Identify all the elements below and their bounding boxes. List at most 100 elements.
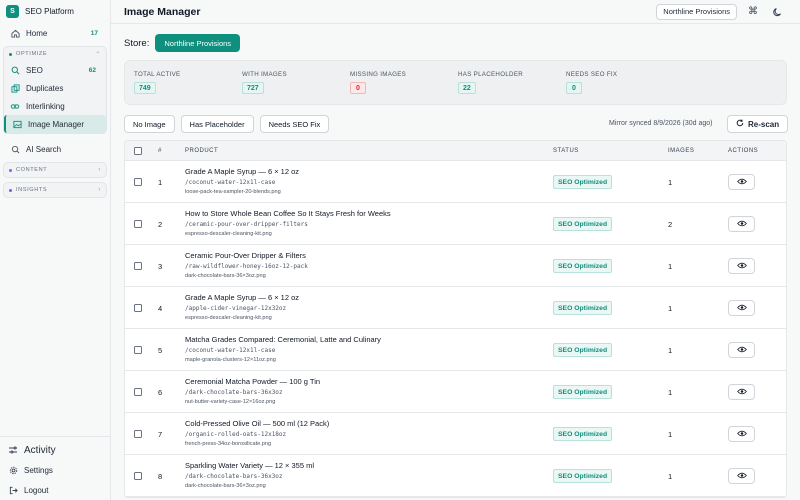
eye-icon bbox=[736, 346, 747, 355]
filter-no-image-button[interactable]: No Image bbox=[124, 115, 175, 133]
sidebar-item-image-manager[interactable]: Image Manager bbox=[4, 115, 106, 133]
row-checkbox[interactable] bbox=[134, 388, 142, 396]
link-icon bbox=[10, 101, 20, 111]
refresh-icon bbox=[736, 119, 744, 129]
table-row[interactable]: 3 Ceramic Pour-Over Dripper & Filters/raw… bbox=[125, 245, 786, 287]
product-cell[interactable]: Matcha Grades Compared: Ceremonial, Latt… bbox=[185, 335, 381, 363]
sidebar-item-label: Interlinking bbox=[26, 101, 65, 111]
col-status[interactable]: STATUS bbox=[553, 148, 579, 154]
table-row[interactable]: 1 Grade A Maple Syrup — 6 × 12 oz/coconut… bbox=[125, 161, 786, 203]
sidebar-item-interlinking[interactable]: Interlinking bbox=[4, 97, 106, 115]
product-cell[interactable]: Sparkling Water Variety — 12 × 355 ml/da… bbox=[185, 461, 314, 489]
product-image-file: espresso-descaler-cleaning-kit.png bbox=[185, 231, 272, 237]
row-checkbox[interactable] bbox=[134, 178, 142, 186]
row-checkbox[interactable] bbox=[134, 472, 142, 480]
sidebar-item-ai-search[interactable]: AI Search bbox=[2, 140, 110, 158]
sidebar-item-logout[interactable]: Logout bbox=[0, 480, 111, 500]
product-cell[interactable]: How to Store Whole Bean Coffee So It Sta… bbox=[185, 209, 391, 237]
optimize-group: OPTIMIZE ⌃ SEO 62 Duplicates Interlinkin… bbox=[3, 46, 107, 134]
optimize-group-header[interactable]: OPTIMIZE ⌃ bbox=[4, 47, 106, 61]
activity-icon bbox=[8, 445, 18, 455]
store-row: Store: Northline Provisions bbox=[124, 34, 241, 52]
table-row[interactable]: 8 Sparkling Water Variety — 12 × 355 ml/d… bbox=[125, 455, 786, 497]
view-button[interactable] bbox=[728, 174, 755, 190]
table-row[interactable]: 7 Cold-Pressed Olive Oil — 500 ml (12 Pac… bbox=[125, 413, 786, 455]
product-handle: /raw-wildflower-honey-16oz-12-pack bbox=[185, 263, 308, 270]
product-handle: /coconut-water-12x1l-case bbox=[185, 179, 276, 186]
product-cell[interactable]: Ceramic Pour-Over Dripper & Filters/raw-… bbox=[185, 251, 308, 279]
image-count: 1 bbox=[668, 178, 673, 187]
stat-total-active: TOTAL ACTIVE 749 bbox=[134, 71, 180, 94]
row-checkbox[interactable] bbox=[134, 262, 142, 270]
sidebar-item-activity[interactable]: Activity bbox=[0, 440, 111, 460]
dot-icon bbox=[9, 52, 12, 56]
sidebar-item-seo[interactable]: SEO 62 bbox=[4, 61, 106, 79]
sidebar-item-home[interactable]: Home 17 bbox=[2, 24, 108, 42]
row-number: 8 bbox=[158, 472, 163, 481]
table-row[interactable]: 6 Ceremonial Matcha Powder — 100 g Tin/da… bbox=[125, 371, 786, 413]
status-badge: SEO Optimized bbox=[553, 217, 613, 231]
product-cell[interactable]: Grade A Maple Syrup — 6 × 12 oz/coconut-… bbox=[185, 167, 299, 195]
view-button[interactable] bbox=[728, 468, 755, 484]
product-title: Ceramic Pour-Over Dripper & Filters bbox=[185, 251, 306, 260]
eye-icon bbox=[736, 178, 747, 187]
product-image-file: loose-pack-tea-sampler-20-blends.png bbox=[185, 189, 281, 195]
product-cell[interactable]: Cold-Pressed Olive Oil — 500 ml (12 Pack… bbox=[185, 419, 329, 447]
rescan-label: Re-scan bbox=[748, 119, 780, 129]
filter-needs-seo-fix-button[interactable]: Needs SEO Fix bbox=[259, 115, 330, 133]
product-handle: /coconut-water-12x1l-case bbox=[185, 347, 276, 354]
product-title: Sparkling Water Variety — 12 × 355 ml bbox=[185, 461, 315, 470]
sidebar-item-duplicates[interactable]: Duplicates bbox=[4, 79, 106, 97]
status-badge: SEO Optimized bbox=[553, 301, 613, 315]
content-group[interactable]: CONTENT › bbox=[3, 162, 107, 178]
status-badge: SEO Optimized bbox=[553, 175, 613, 189]
group-label: OPTIMIZE bbox=[16, 51, 48, 57]
stat-value: 0 bbox=[566, 82, 582, 94]
topbar: Image Manager Northline Provisions ⌘ bbox=[111, 0, 800, 24]
row-checkbox[interactable] bbox=[134, 220, 142, 228]
store-label: Store: bbox=[124, 37, 150, 49]
product-title: Cold-Pressed Olive Oil — 500 ml (12 Pack… bbox=[185, 419, 330, 428]
view-button[interactable] bbox=[728, 426, 755, 442]
view-button[interactable] bbox=[728, 216, 755, 232]
product-handle: /apple-cider-vinegar-12x32oz bbox=[185, 305, 287, 312]
store-switcher[interactable]: Northline Provisions bbox=[656, 3, 737, 20]
brand[interactable]: S SEO Platform bbox=[0, 0, 110, 22]
seo-badge: 62 bbox=[88, 66, 96, 74]
select-all-checkbox[interactable] bbox=[134, 147, 142, 155]
view-button[interactable] bbox=[728, 300, 755, 316]
home-icon bbox=[10, 28, 20, 38]
row-checkbox[interactable] bbox=[134, 430, 142, 438]
row-number: 5 bbox=[158, 346, 163, 355]
col-images[interactable]: IMAGES bbox=[668, 148, 694, 154]
product-cell[interactable]: Grade A Maple Syrup — 6 × 12 oz/apple-ci… bbox=[185, 293, 299, 321]
content-group-header[interactable]: CONTENT › bbox=[4, 163, 106, 177]
moon-icon[interactable] bbox=[769, 3, 787, 21]
status-badge: SEO Optimized bbox=[553, 259, 613, 273]
sidebar-item-settings[interactable]: Settings bbox=[0, 460, 111, 480]
stat-value: 727 bbox=[242, 82, 264, 94]
stat-label: HAS PLACEHOLDER bbox=[458, 71, 524, 78]
store-select-button[interactable]: Northline Provisions bbox=[155, 34, 241, 52]
stat-with-images: WITH IMAGES 727 bbox=[242, 71, 287, 94]
row-checkbox[interactable] bbox=[134, 304, 142, 312]
command-icon[interactable]: ⌘ bbox=[744, 3, 762, 21]
table-row[interactable]: 2 How to Store Whole Bean Coffee So It St… bbox=[125, 203, 786, 245]
filter-has-placeholder-button[interactable]: Has Placeholder bbox=[180, 115, 254, 133]
sidebar-item-label: Home bbox=[26, 28, 48, 38]
view-button[interactable] bbox=[728, 384, 755, 400]
rescan-button[interactable]: Re-scan bbox=[727, 115, 789, 133]
copy-icon bbox=[10, 83, 20, 93]
product-cell[interactable]: Ceremonial Matcha Powder — 100 g Tin/dar… bbox=[185, 377, 320, 405]
table-header: # PRODUCT STATUS IMAGES ACTIONS bbox=[125, 141, 786, 161]
row-checkbox[interactable] bbox=[134, 346, 142, 354]
view-button[interactable] bbox=[728, 342, 755, 358]
view-button[interactable] bbox=[728, 258, 755, 274]
col-product[interactable]: PRODUCT bbox=[185, 148, 218, 154]
table-row[interactable]: 4 Grade A Maple Syrup — 6 × 12 oz/apple-c… bbox=[125, 287, 786, 329]
insights-group[interactable]: INSIGHTS › bbox=[3, 182, 107, 198]
product-title: Ceremonial Matcha Powder — 100 g Tin bbox=[185, 377, 321, 386]
stat-label: WITH IMAGES bbox=[242, 71, 287, 78]
table-row[interactable]: 5 Matcha Grades Compared: Ceremonial, Lat… bbox=[125, 329, 786, 371]
insights-group-header[interactable]: INSIGHTS › bbox=[4, 183, 106, 197]
